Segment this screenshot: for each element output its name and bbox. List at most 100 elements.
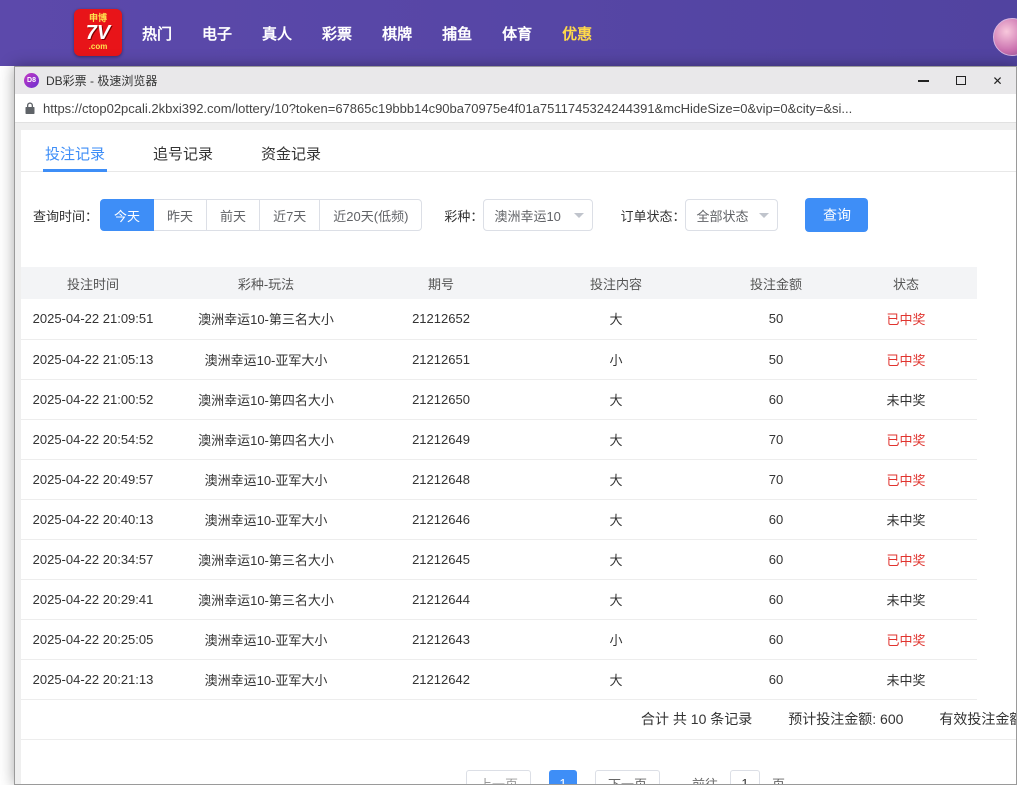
goto-label: 前往 bbox=[692, 774, 718, 784]
filter-20days-button[interactable]: 近20天(低频) bbox=[319, 199, 422, 231]
summary-total: 合计 共 10 条记录 bbox=[641, 709, 752, 729]
table-row: 2025-04-22 20:40:13 澳洲幸运10-亚军大小 21212646… bbox=[21, 499, 977, 539]
browser-window: D8 DB彩票 - 极速浏览器 ✕ https://ctop02pcali.2k… bbox=[14, 66, 1017, 785]
filter-bar: 查询时间： 今天 昨天 前天 近7天 近20天(低频) 彩种： 澳洲幸运10 订… bbox=[33, 198, 1016, 232]
goto-unit-label: 页 bbox=[772, 774, 785, 784]
table-body: 2025-04-22 21:09:51 澳洲幸运10-第三名大小 2121265… bbox=[21, 299, 977, 699]
search-button[interactable]: 查询 bbox=[805, 198, 868, 232]
order-status-value: 全部状态 bbox=[696, 206, 748, 225]
game-play-cell: 澳洲幸运10-亚军大小 bbox=[165, 339, 367, 379]
record-tabs: 投注记录 追号记录 资金记录 bbox=[21, 130, 1016, 172]
lottery-select-value: 澳洲幸运10 bbox=[494, 206, 560, 225]
issue-number-cell: 21212642 bbox=[367, 659, 515, 699]
game-play-cell: 澳洲幸运10-第四名大小 bbox=[165, 379, 367, 419]
bet-amount-cell: 60 bbox=[717, 379, 835, 419]
close-button[interactable]: ✕ bbox=[979, 67, 1016, 94]
bet-status-cell: 已中奖 bbox=[835, 419, 977, 459]
bet-time-cell: 2025-04-22 21:00:52 bbox=[21, 379, 165, 419]
nav-item-sports[interactable]: 体育 bbox=[502, 23, 532, 44]
bet-status-cell: 已中奖 bbox=[835, 299, 977, 339]
bet-amount-cell: 60 bbox=[717, 619, 835, 659]
filter-day-before-button[interactable]: 前天 bbox=[206, 199, 260, 231]
maximize-button[interactable] bbox=[942, 67, 979, 94]
bet-content-cell: 小 bbox=[515, 339, 717, 379]
bet-amount-cell: 60 bbox=[717, 539, 835, 579]
bet-content-cell: 大 bbox=[515, 539, 717, 579]
url-bar[interactable]: https://ctop02pcali.2kbxi392.com/lottery… bbox=[15, 94, 1016, 123]
bet-content-cell: 大 bbox=[515, 459, 717, 499]
next-page-button[interactable]: 下一页 bbox=[595, 770, 660, 785]
table-row: 2025-04-22 20:25:05 澳洲幸运10-亚军大小 21212643… bbox=[21, 619, 977, 659]
bet-amount-cell: 60 bbox=[717, 499, 835, 539]
bet-status-cell: 已中奖 bbox=[835, 539, 977, 579]
query-time-label: 查询时间： bbox=[33, 206, 98, 225]
issue-number-cell: 21212649 bbox=[367, 419, 515, 459]
browser-content: 投注记录 追号记录 资金记录 查询时间： 今天 昨天 前天 近7天 近20天(低… bbox=[15, 123, 1016, 784]
header-game-play: 彩种-玩法 bbox=[165, 267, 367, 299]
minimize-icon bbox=[918, 80, 929, 82]
game-play-cell: 澳洲幸运10-亚军大小 bbox=[165, 619, 367, 659]
bet-time-cell: 2025-04-22 21:09:51 bbox=[21, 299, 165, 339]
bet-content-cell: 小 bbox=[515, 619, 717, 659]
minimize-button[interactable] bbox=[905, 67, 942, 94]
nav-item-chess[interactable]: 棋牌 bbox=[382, 23, 412, 44]
bet-content-cell: 大 bbox=[515, 419, 717, 459]
game-play-cell: 澳洲幸运10-第三名大小 bbox=[165, 299, 367, 339]
current-page-button[interactable]: 1 bbox=[549, 770, 577, 785]
main-nav: 热门 电子 真人 彩票 棋牌 捕鱼 体育 优惠 bbox=[142, 0, 592, 66]
header-status: 状态 bbox=[835, 267, 977, 299]
bet-content-cell: 大 bbox=[515, 299, 717, 339]
bet-status-cell: 已中奖 bbox=[835, 619, 977, 659]
bet-amount-cell: 60 bbox=[717, 579, 835, 619]
game-play-cell: 澳洲幸运10-亚军大小 bbox=[165, 459, 367, 499]
game-play-cell: 澳洲幸运10-第三名大小 bbox=[165, 579, 367, 619]
header-issue: 期号 bbox=[367, 267, 515, 299]
site-logo[interactable]: 申博 7V .com bbox=[74, 9, 122, 56]
tab-bet-records[interactable]: 投注记录 bbox=[45, 143, 105, 171]
tab-funds-records[interactable]: 资金记录 bbox=[261, 143, 321, 171]
nav-item-hot[interactable]: 热门 bbox=[142, 23, 172, 44]
time-range-group: 今天 昨天 前天 近7天 近20天(低频) bbox=[100, 199, 422, 231]
filter-7days-button[interactable]: 近7天 bbox=[259, 199, 320, 231]
bet-content-cell: 大 bbox=[515, 379, 717, 419]
table-row: 2025-04-22 21:09:51 澳洲幸运10-第三名大小 2121265… bbox=[21, 299, 977, 339]
user-avatar[interactable] bbox=[993, 18, 1017, 56]
maximize-icon bbox=[956, 76, 966, 85]
game-play-cell: 澳洲幸运10-亚军大小 bbox=[165, 499, 367, 539]
bet-content-cell: 大 bbox=[515, 659, 717, 699]
goto-page-input[interactable] bbox=[730, 770, 760, 785]
bet-amount-cell: 60 bbox=[717, 659, 835, 699]
bet-status-cell: 未中奖 bbox=[835, 659, 977, 699]
header-bet-amount: 投注金额 bbox=[717, 267, 835, 299]
nav-item-slots[interactable]: 电子 bbox=[202, 23, 232, 44]
nav-item-promo[interactable]: 优惠 bbox=[562, 23, 592, 44]
records-panel: 投注记录 追号记录 资金记录 查询时间： 今天 昨天 前天 近7天 近20天(低… bbox=[21, 130, 1016, 784]
logo-main-text: 7V bbox=[86, 23, 110, 43]
nav-item-live[interactable]: 真人 bbox=[262, 23, 292, 44]
bet-time-cell: 2025-04-22 20:25:05 bbox=[21, 619, 165, 659]
bet-content-cell: 大 bbox=[515, 579, 717, 619]
table-row: 2025-04-22 20:34:57 澳洲幸运10-第三名大小 2121264… bbox=[21, 539, 977, 579]
bet-status-cell: 未中奖 bbox=[835, 499, 977, 539]
table-row: 2025-04-22 21:00:52 澳洲幸运10-第四名大小 2121265… bbox=[21, 379, 977, 419]
nav-item-fishing[interactable]: 捕鱼 bbox=[442, 23, 472, 44]
url-text[interactable]: https://ctop02pcali.2kbxi392.com/lottery… bbox=[43, 101, 852, 116]
bet-status-cell: 已中奖 bbox=[835, 339, 977, 379]
filter-yesterday-button[interactable]: 昨天 bbox=[153, 199, 207, 231]
filter-today-button[interactable]: 今天 bbox=[100, 199, 154, 231]
lottery-label: 彩种： bbox=[444, 206, 483, 225]
bet-time-cell: 2025-04-22 21:05:13 bbox=[21, 339, 165, 379]
window-controls: ✕ bbox=[905, 67, 1016, 94]
issue-number-cell: 21212645 bbox=[367, 539, 515, 579]
tab-chase-records[interactable]: 追号记录 bbox=[153, 143, 213, 171]
lock-icon bbox=[25, 102, 36, 115]
bet-amount-cell: 70 bbox=[717, 459, 835, 499]
table-row: 2025-04-22 20:21:13 澳洲幸运10-亚军大小 21212642… bbox=[21, 659, 977, 699]
order-status-select[interactable]: 全部状态 bbox=[685, 199, 778, 231]
lottery-select[interactable]: 澳洲幸运10 bbox=[483, 199, 593, 231]
window-titlebar[interactable]: D8 DB彩票 - 极速浏览器 ✕ bbox=[15, 67, 1016, 94]
prev-page-button[interactable]: 上一页 bbox=[466, 770, 531, 785]
table-row: 2025-04-22 20:49:57 澳洲幸运10-亚军大小 21212648… bbox=[21, 459, 977, 499]
nav-item-lottery[interactable]: 彩票 bbox=[322, 23, 352, 44]
game-play-cell: 澳洲幸运10-第四名大小 bbox=[165, 419, 367, 459]
